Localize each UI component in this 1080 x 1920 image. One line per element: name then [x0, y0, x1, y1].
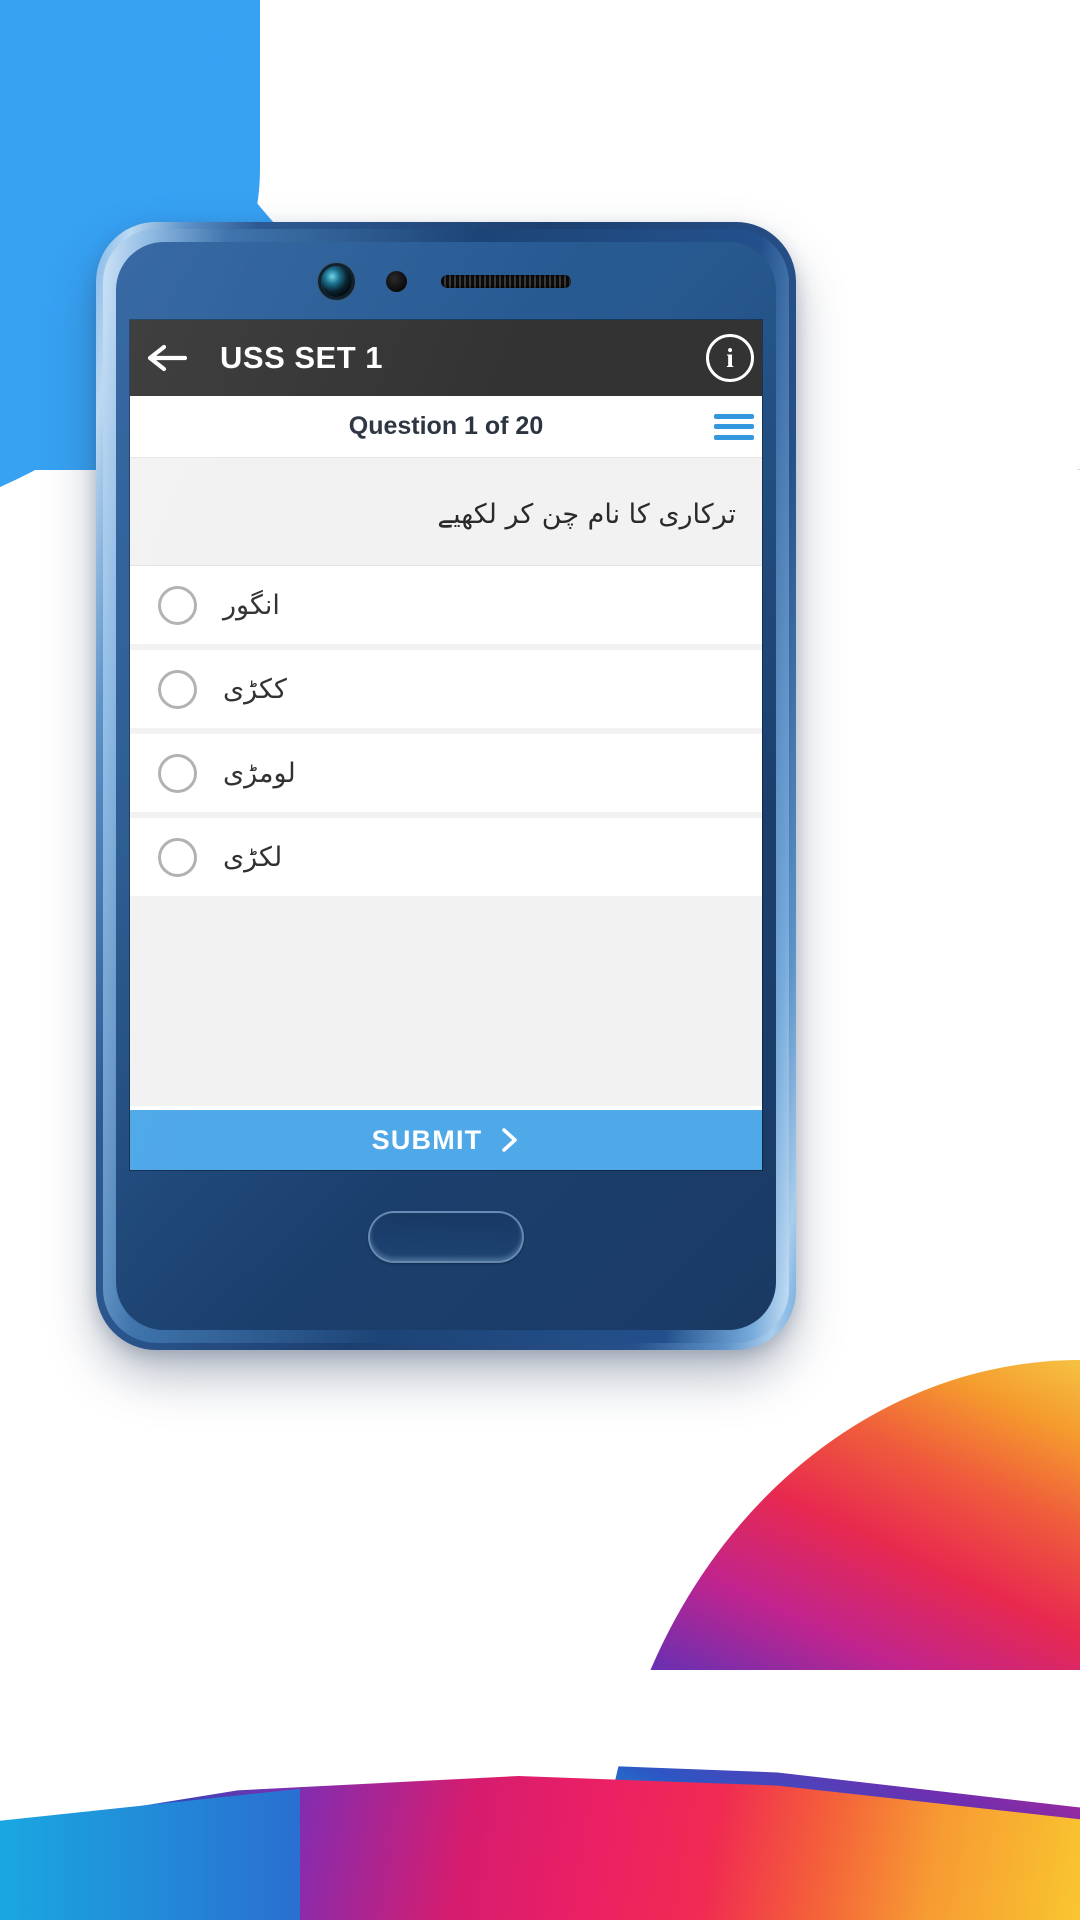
- phone-body: USS SET 1 i Question 1 of 20 ترکاری کا ن…: [116, 242, 776, 1330]
- option-label-2: ککڑی: [223, 673, 287, 705]
- option-row-1[interactable]: انگور: [130, 566, 762, 644]
- info-icon-glyph: i: [726, 342, 734, 373]
- phone-bottom-hardware: [116, 1144, 776, 1330]
- app-toolbar: USS SET 1 i: [130, 320, 762, 396]
- front-camera-icon: [321, 265, 352, 297]
- earpiece-speaker-icon: [441, 274, 571, 288]
- hamburger-bar: [714, 413, 754, 419]
- phone-screen: USS SET 1 i Question 1 of 20 ترکاری کا ن…: [130, 320, 762, 1170]
- radio-button-icon[interactable]: [158, 669, 197, 709]
- phone-middle-rim: USS SET 1 i Question 1 of 20 ترکاری کا ن…: [103, 229, 789, 1343]
- empty-content-area: [130, 902, 762, 1106]
- home-button-icon[interactable]: [368, 1211, 524, 1263]
- radio-button-icon[interactable]: [158, 585, 197, 625]
- radio-button-icon[interactable]: [158, 837, 197, 877]
- question-counter-label: Question 1 of 20: [348, 412, 544, 440]
- hamburger-bar: [714, 434, 754, 440]
- radio-button-icon[interactable]: [158, 753, 197, 793]
- hamburger-bar: [714, 424, 754, 429]
- page-title: USS SET 1: [220, 340, 383, 375]
- phone-outer-rim: USS SET 1 i Question 1 of 20 ترکاری کا ن…: [96, 222, 796, 1350]
- option-row-3[interactable]: لومڑی: [130, 734, 762, 812]
- question-counter-bar: Question 1 of 20: [130, 396, 762, 458]
- option-label-4: لکڑی: [223, 841, 283, 873]
- question-panel: ترکاری کا نام چن کر لکھیے: [130, 458, 762, 566]
- proximity-sensor-icon: [386, 270, 407, 292]
- options-list: انگور ککڑی لومڑی لکڑی: [130, 566, 762, 902]
- hamburger-icon[interactable]: [712, 410, 756, 444]
- question-text: ترکاری کا نام چن کر لکھیے: [437, 498, 736, 530]
- info-icon[interactable]: i: [706, 334, 754, 382]
- option-label-1: انگور: [223, 589, 280, 621]
- question-body: ترکاری کا نام چن کر لکھیے انگور ککڑی لوم…: [130, 458, 762, 1106]
- phone-mockup: USS SET 1 i Question 1 of 20 ترکاری کا ن…: [96, 222, 796, 1350]
- option-row-2[interactable]: ککڑی: [130, 650, 762, 728]
- option-label-3: لومڑی: [223, 757, 296, 789]
- option-row-4[interactable]: لکڑی: [130, 818, 762, 896]
- phone-top-hardware: [116, 242, 776, 320]
- back-arrow-icon[interactable]: [144, 335, 190, 381]
